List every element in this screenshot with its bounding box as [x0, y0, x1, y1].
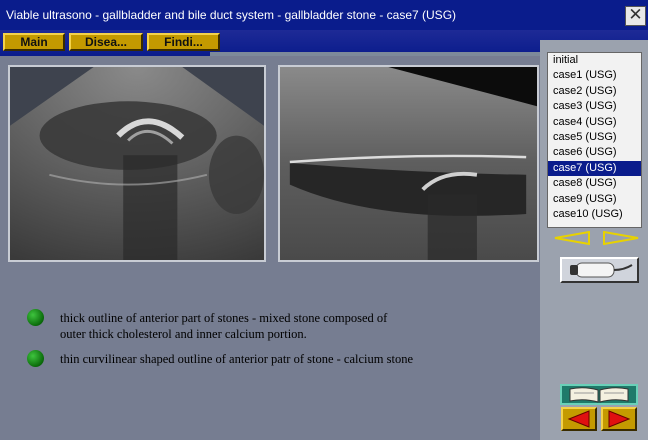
case-list-item[interactable]: initial [548, 53, 641, 68]
case-list-item[interactable]: case10 (USG) [548, 207, 641, 222]
finding-1-text: thick outline of anterior part of stones… [60, 310, 387, 342]
close-button[interactable]: ✕ [625, 6, 646, 26]
case-list-item[interactable]: case3 (USG) [548, 99, 641, 114]
case-list-item[interactable]: case8 (USG) [548, 176, 641, 191]
ultrasound-probe-icon [570, 262, 633, 278]
ultrasound-image-1 [8, 65, 266, 262]
case-list[interactable]: initial case1 (USG) case2 (USG) case3 (U… [547, 52, 642, 228]
case-list-item[interactable]: case2 (USG) [548, 84, 641, 99]
arrow-right-outline-icon [603, 230, 639, 246]
case-list-item[interactable]: case4 (USG) [548, 115, 641, 130]
window-title: Viable ultrasono - gallbladder and bile … [0, 0, 648, 30]
arrow-right-icon [608, 410, 631, 428]
finding-1-bullet-icon[interactable] [27, 309, 44, 326]
case-list-item[interactable]: case5 (USG) [548, 130, 641, 145]
menu-findings-button[interactable]: Findi... [147, 33, 220, 51]
menu-diseases-button[interactable]: Disea... [69, 33, 143, 51]
arrow-left-icon [567, 410, 590, 428]
next-case-button[interactable] [602, 230, 640, 246]
finding-1-line-1: thick outline of anterior part of stones… [60, 311, 388, 325]
arrow-left-outline-icon [554, 230, 590, 246]
case-list-item[interactable]: case6 (USG) [548, 145, 641, 160]
case-list-item[interactable]: case9 (USG) [548, 192, 641, 207]
prev-case-button[interactable] [553, 230, 591, 246]
reference-book-button[interactable] [560, 384, 638, 405]
case-list-item-selected[interactable]: case7 (USG) [548, 160, 641, 177]
next-page-button[interactable] [601, 407, 637, 431]
case-list-item[interactable]: case1 (USG) [548, 68, 641, 83]
probe-button[interactable] [560, 257, 639, 283]
finding-2-line-1: thin curvilinear shaped outline of anter… [60, 352, 414, 366]
prev-page-button[interactable] [561, 407, 597, 431]
close-icon: ✕ [628, 5, 643, 25]
finding-1-line-2: outer thick cholesterol and inner calciu… [60, 327, 307, 341]
finding-2-bullet-icon[interactable] [27, 350, 44, 367]
menu-main-button[interactable]: Main [3, 33, 65, 51]
ultrasound-image-2 [278, 65, 539, 262]
finding-2-text: thin curvilinear shaped outline of anter… [60, 351, 413, 367]
open-book-icon [569, 387, 629, 403]
